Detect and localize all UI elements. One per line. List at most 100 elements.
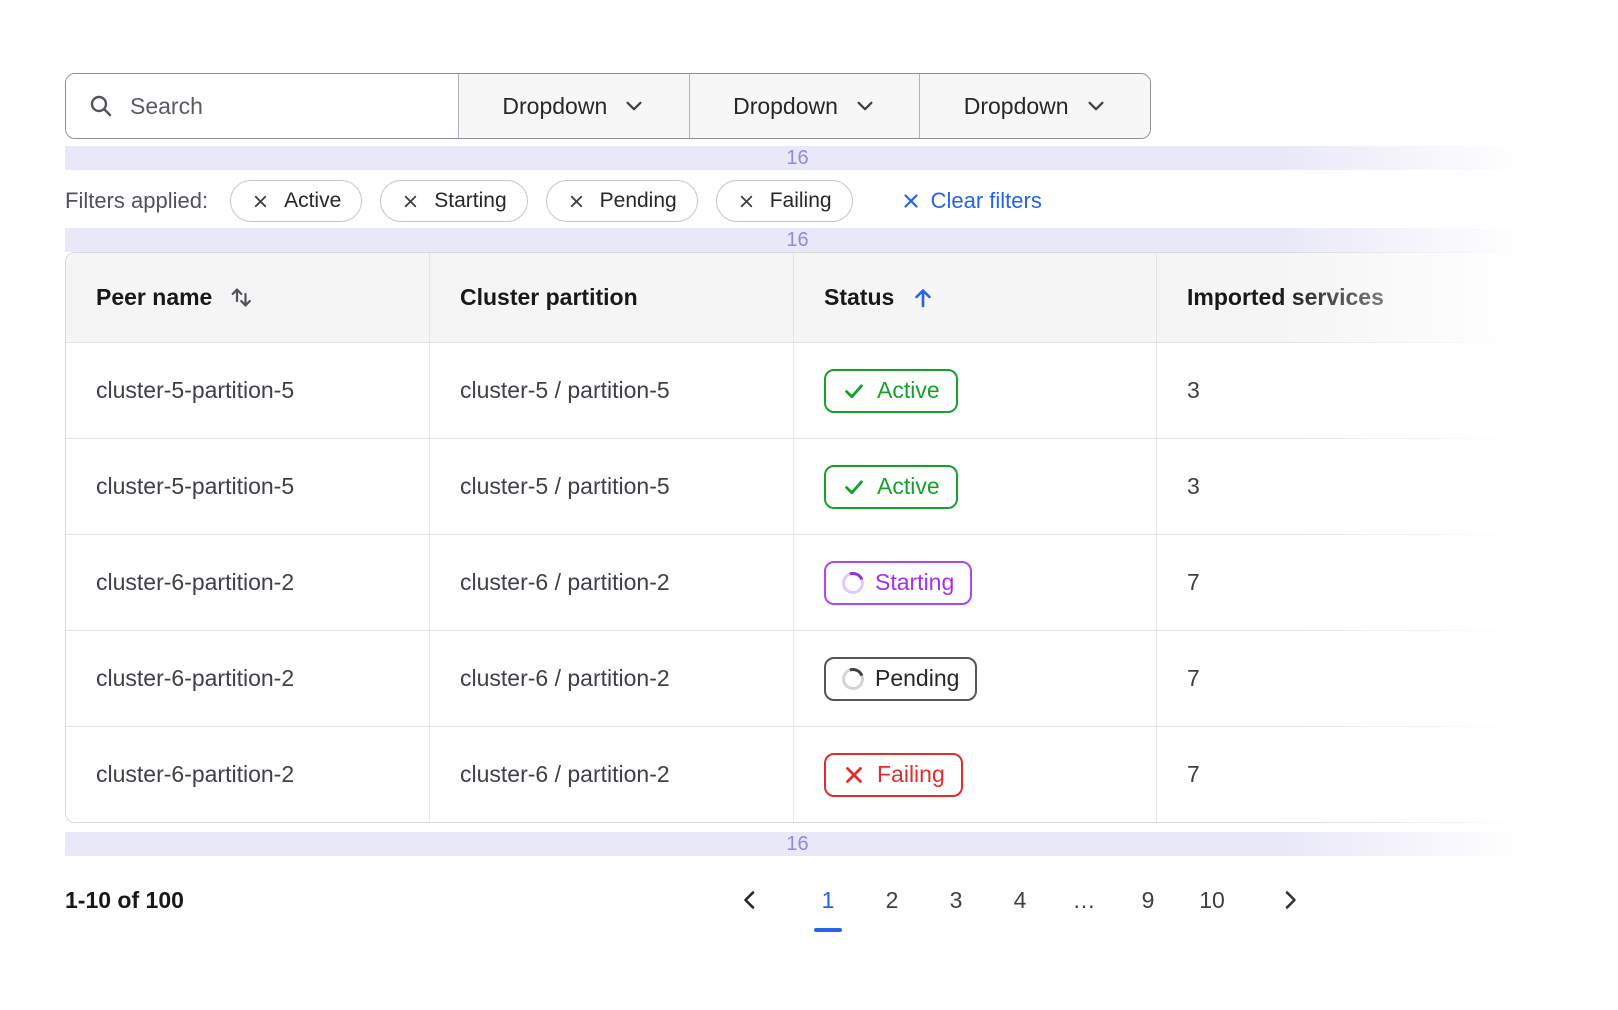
cell-imported-services: 7 xyxy=(1156,727,1529,822)
filter-chip-pending[interactable]: Pending xyxy=(546,180,698,222)
status-badge-label: Starting xyxy=(875,569,954,596)
status-badge-label: Active xyxy=(877,377,940,404)
cell-cluster-partition: cluster-5 / partition-5 xyxy=(429,439,793,534)
filter-toolbar: Dropdown Dropdown Dropdown xyxy=(65,73,1151,139)
page-button-9[interactable]: 9 xyxy=(1130,882,1166,918)
filter-chip-active[interactable]: Active xyxy=(230,180,362,222)
status-badge-failing: Failing xyxy=(824,753,963,797)
check-icon xyxy=(842,379,866,403)
column-header-status[interactable]: Status xyxy=(793,253,1156,342)
cell-imported-services: 7 xyxy=(1156,631,1529,726)
sort-both-icon xyxy=(228,285,255,310)
cell-cluster-partition: cluster-6 / partition-2 xyxy=(429,535,793,630)
column-header-label: Imported services xyxy=(1187,284,1384,311)
filter-chip-label: Active xyxy=(284,189,341,213)
status-badge-label: Active xyxy=(877,473,940,500)
spacing-marker-label: 16 xyxy=(786,229,808,252)
status-badge-label: Failing xyxy=(877,761,945,788)
chevron-left-icon xyxy=(737,887,763,913)
spacing-marker: 16 xyxy=(65,832,1530,856)
search-input[interactable] xyxy=(130,93,442,120)
check-icon xyxy=(842,475,866,499)
cell-status: Starting xyxy=(793,535,1156,630)
page-button-2[interactable]: 2 xyxy=(874,882,910,918)
previous-page-button[interactable] xyxy=(732,882,768,918)
filters-applied-label: Filters applied: xyxy=(65,188,208,214)
filter-chip-failing[interactable]: Failing xyxy=(716,180,853,222)
spinner-icon xyxy=(838,568,867,597)
remove-filter-icon[interactable] xyxy=(737,192,756,211)
spinner-icon xyxy=(838,664,867,693)
cell-peer-name: cluster-5-partition-5 xyxy=(66,343,429,438)
remove-filter-icon[interactable] xyxy=(401,192,420,211)
page-content: Dropdown Dropdown Dropdown 16 Filters ap… xyxy=(65,73,1530,926)
cell-status: Active xyxy=(793,343,1156,438)
pagination-bar: 1-10 of 100 1 2 3 4 … 9 10 xyxy=(65,874,1530,926)
spacing-marker-label: 16 xyxy=(786,833,808,856)
filter-chip-label: Starting xyxy=(434,189,506,213)
page-button-1[interactable]: 1 xyxy=(810,882,846,918)
pager: 1 2 3 4 … 9 10 xyxy=(732,882,1308,918)
cell-cluster-partition: cluster-6 / partition-2 xyxy=(429,631,793,726)
column-header-label: Peer name xyxy=(96,284,212,311)
column-header-imported-services[interactable]: Imported services xyxy=(1156,253,1529,342)
dropdown-button-1[interactable]: Dropdown xyxy=(458,74,689,138)
page-button-4[interactable]: 4 xyxy=(1002,882,1038,918)
cell-peer-name: cluster-6-partition-2 xyxy=(66,727,429,822)
table-row: cluster-6-partition-2 cluster-6 / partit… xyxy=(66,726,1529,822)
dropdown-label: Dropdown xyxy=(964,93,1069,120)
clear-filters-label: Clear filters xyxy=(931,188,1042,214)
status-badge-label: Pending xyxy=(875,665,959,692)
chevron-down-icon xyxy=(854,95,876,117)
column-header-label: Status xyxy=(824,284,894,311)
remove-filter-icon[interactable] xyxy=(567,192,586,211)
table-row: cluster-5-partition-5 cluster-5 / partit… xyxy=(66,342,1529,438)
search-box[interactable] xyxy=(66,74,458,138)
chevron-right-icon xyxy=(1277,887,1303,913)
cell-cluster-partition: cluster-5 / partition-5 xyxy=(429,343,793,438)
page-ellipsis: … xyxy=(1066,887,1102,914)
table-row: cluster-6-partition-2 cluster-6 / partit… xyxy=(66,630,1529,726)
cell-imported-services: 3 xyxy=(1156,343,1529,438)
dropdown-label: Dropdown xyxy=(733,93,838,120)
cell-imported-services: 7 xyxy=(1156,535,1529,630)
dropdown-label: Dropdown xyxy=(502,93,607,120)
status-badge-pending: Pending xyxy=(824,657,977,701)
spacing-marker: 16 xyxy=(65,228,1530,252)
page-button-3[interactable]: 3 xyxy=(938,882,974,918)
table-header-row: Peer name Cluster partition Status Impor… xyxy=(66,253,1529,342)
next-page-button[interactable] xyxy=(1272,882,1308,918)
cell-peer-name: cluster-6-partition-2 xyxy=(66,535,429,630)
dropdown-button-3[interactable]: Dropdown xyxy=(919,74,1150,138)
table-row: cluster-6-partition-2 cluster-6 / partit… xyxy=(66,534,1529,630)
cell-status: Failing xyxy=(793,727,1156,822)
status-badge-active: Active xyxy=(824,465,958,509)
cell-imported-services: 3 xyxy=(1156,439,1529,534)
cell-status: Pending xyxy=(793,631,1156,726)
x-icon xyxy=(842,763,866,787)
table-row: cluster-5-partition-5 cluster-5 / partit… xyxy=(66,438,1529,534)
pagination-summary: 1-10 of 100 xyxy=(65,887,184,914)
status-badge-active: Active xyxy=(824,369,958,413)
clear-filters-link[interactable]: Clear filters xyxy=(901,188,1042,214)
column-header-cluster-partition[interactable]: Cluster partition xyxy=(429,253,793,342)
spacing-marker: 16 xyxy=(65,146,1530,170)
clear-filters-icon xyxy=(901,191,921,211)
sort-ascending-icon xyxy=(910,285,936,311)
remove-filter-icon[interactable] xyxy=(251,192,270,211)
filter-chip-starting[interactable]: Starting xyxy=(380,180,527,222)
peers-table: Peer name Cluster partition Status Impor… xyxy=(65,252,1530,823)
status-badge-starting: Starting xyxy=(824,561,972,605)
cell-peer-name: cluster-6-partition-2 xyxy=(66,631,429,726)
cell-peer-name: cluster-5-partition-5 xyxy=(66,439,429,534)
search-icon xyxy=(88,93,114,119)
chevron-down-icon xyxy=(623,95,645,117)
column-header-peer-name[interactable]: Peer name xyxy=(66,253,429,342)
filters-applied-row: Filters applied: Active Starting Pending… xyxy=(65,180,1530,222)
filter-chip-label: Failing xyxy=(770,189,832,213)
spacing-marker-label: 16 xyxy=(786,147,808,170)
dropdown-button-2[interactable]: Dropdown xyxy=(689,74,920,138)
cell-cluster-partition: cluster-6 / partition-2 xyxy=(429,727,793,822)
page-button-10[interactable]: 10 xyxy=(1194,882,1230,918)
cell-status: Active xyxy=(793,439,1156,534)
